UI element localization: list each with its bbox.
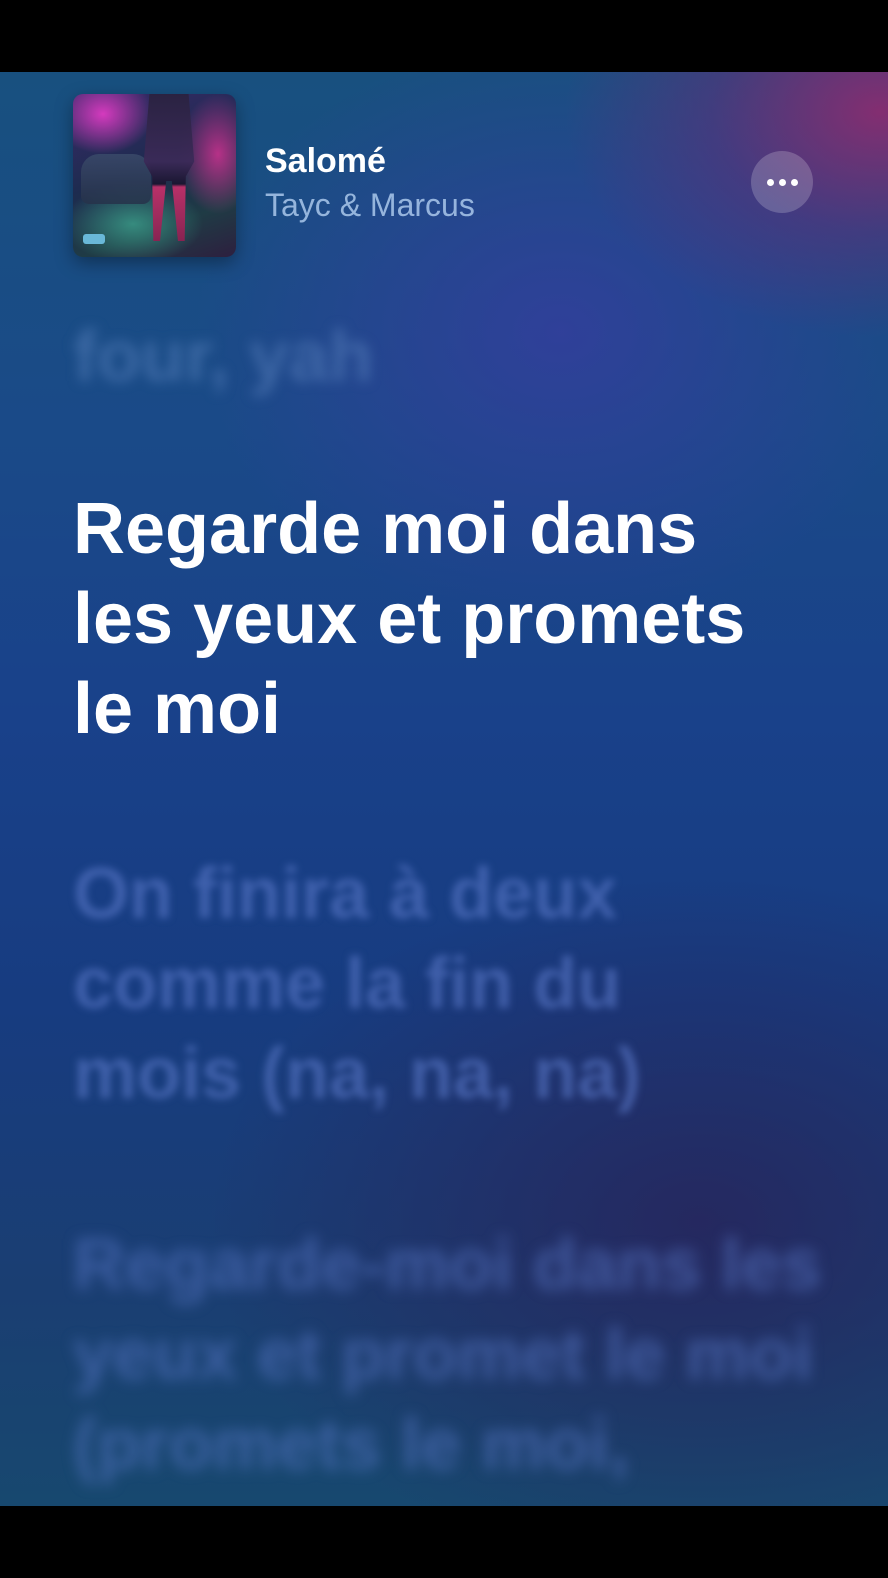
lyric-line-current[interactable]: Regarde moi dans les yeux et promets le … [73, 484, 813, 754]
lyric-line-next[interactable]: On finira à deux comme la fin du mois (n… [73, 849, 693, 1119]
album-artwork[interactable] [73, 94, 236, 257]
artwork-badge [83, 234, 105, 244]
lyric-line-next[interactable]: Regarde-moi dans les yeux et promet le m… [73, 1220, 833, 1490]
letterbox-bottom [0, 1506, 888, 1578]
now-playing-header: Salomé Tayc & Marcus [0, 72, 888, 272]
ellipsis-dot [766, 178, 774, 186]
ellipsis-dot [790, 178, 798, 186]
more-options-button[interactable] [751, 151, 813, 213]
song-title[interactable]: Salomé [265, 142, 386, 181]
ellipsis-icon [766, 178, 798, 186]
artist-name[interactable]: Tayc & Marcus [265, 187, 475, 224]
letterbox-top [0, 0, 888, 72]
ellipsis-dot [778, 178, 786, 186]
lyric-line-previous[interactable]: four, yah [73, 312, 833, 402]
screen: Salomé Tayc & Marcus four, yah Regarde m… [0, 0, 888, 1578]
lyrics-player: Salomé Tayc & Marcus four, yah Regarde m… [0, 72, 888, 1506]
artwork-car-shape [81, 154, 151, 204]
artwork-figure-shape [143, 94, 195, 241]
